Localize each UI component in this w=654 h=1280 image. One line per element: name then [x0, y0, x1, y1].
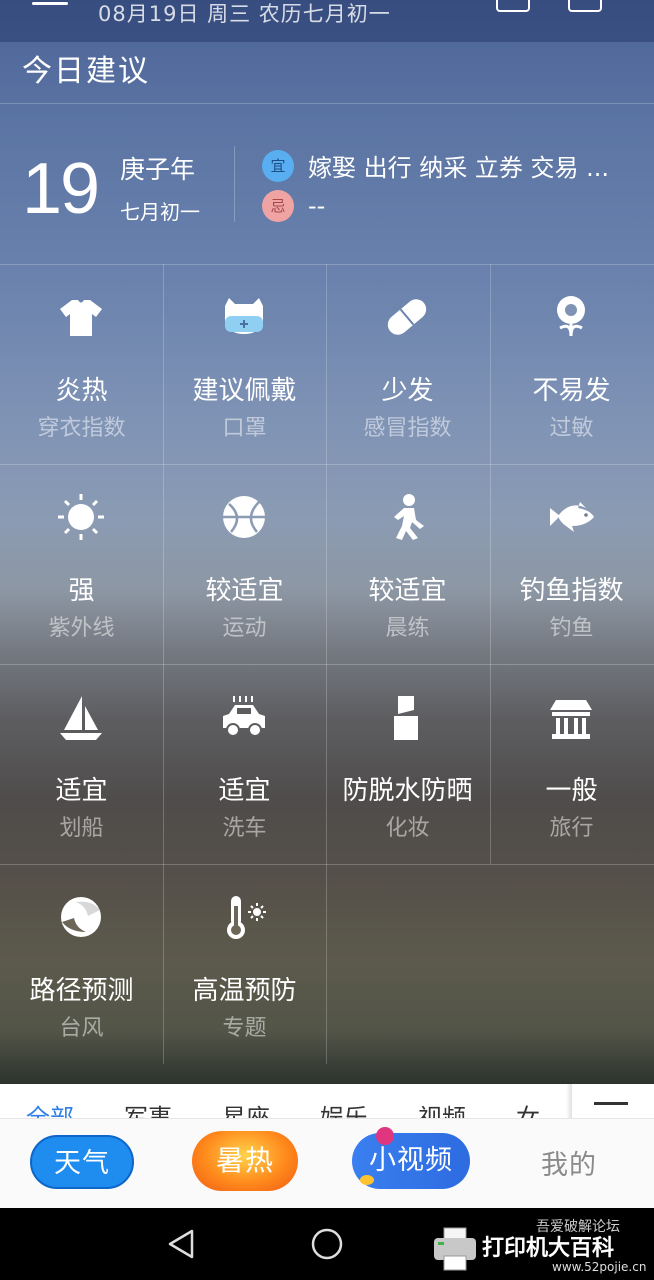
index-label: 专题 [222, 1016, 267, 1041]
index-value: 高温预防 [192, 976, 297, 1006]
add-city-icon[interactable] [568, 0, 602, 12]
menu-icon[interactable] [32, 2, 68, 8]
index-label: 过敏 [549, 416, 594, 441]
more-tabs-icon[interactable] [594, 1102, 628, 1105]
nav-weather-button[interactable]: 天气 [30, 1135, 134, 1189]
cosmetics-icon [394, 696, 418, 740]
index-value: 路径预测 [29, 976, 134, 1006]
news-tab-video[interactable]: 视频 [418, 1098, 466, 1118]
tshirt-icon [60, 300, 102, 336]
index-value: 少发 [381, 376, 434, 406]
index-label: 运动 [222, 616, 267, 641]
index-label: 台风 [59, 1016, 104, 1041]
news-tab-military[interactable]: 军事 [124, 1098, 172, 1118]
thermometer-icon [227, 896, 266, 939]
ball-icon [223, 496, 265, 538]
index-value: 炎热 [55, 376, 108, 406]
index-card-typhoon[interactable]: 路径预测 台风 [0, 864, 163, 1064]
index-label: 洗车 [222, 816, 267, 841]
index-label: 晨练 [385, 616, 430, 641]
mask-icon [225, 298, 263, 334]
section-title: 今日建议 [22, 54, 150, 89]
top-bar: 08月19日 周三 农历七月初一 [0, 0, 654, 42]
index-label: 口罩 [222, 416, 267, 441]
index-card-sport[interactable]: 较适宜 运动 [163, 464, 326, 664]
nav-short-video-button[interactable]: 小视频 [352, 1127, 470, 1189]
index-value: 防脱水防晒 [342, 776, 473, 806]
printer-icon [434, 1227, 476, 1271]
fish-icon [550, 502, 594, 532]
index-card-travel[interactable]: 一般 旅行 [490, 664, 653, 864]
divider [0, 103, 654, 104]
index-label: 化妆 [385, 816, 430, 841]
yi-badge: 宜 [262, 150, 294, 182]
index-label: 紫外线 [48, 616, 115, 641]
ji-badge: 忌 [262, 190, 294, 222]
index-label: 钓鱼 [549, 616, 594, 641]
index-card-allergy[interactable]: 不易发 过敏 [490, 264, 653, 464]
index-value: 建议佩戴 [192, 376, 297, 406]
index-value: 不易发 [532, 376, 611, 406]
pavilion-icon [550, 700, 592, 739]
news-tab-women[interactable]: 女 [516, 1098, 540, 1118]
news-tab-strip[interactable]: 全部 军事 星座 娱乐 视频 女 [0, 1084, 654, 1118]
pill-icon [387, 299, 427, 335]
date-line: 08月19日 周三 农历七月初一 [98, 2, 391, 26]
runner-icon [394, 494, 424, 540]
index-card-uv[interactable]: 强 紫外线 [0, 464, 163, 664]
index-value: 较适宜 [205, 576, 284, 606]
car-wash-icon [223, 696, 265, 737]
yi-text: 嫁娶 出行 纳采 立券 交易 ... [308, 154, 610, 182]
decoration-dot-icon [376, 1127, 394, 1145]
index-card-car-wash[interactable]: 适宜 洗车 [163, 664, 326, 864]
index-value: 适宜 [55, 776, 108, 806]
lunar-month: 七月初一 [120, 200, 200, 224]
index-value: 钓鱼指数 [519, 576, 624, 606]
news-tab-all[interactable]: 全部 [26, 1098, 74, 1118]
index-value: 强 [68, 576, 95, 606]
watermark: 吾爱破解论坛 打印机大百科 www.52pojie.cn [432, 1216, 654, 1280]
home-icon[interactable] [310, 1227, 344, 1261]
sun-icon [58, 494, 104, 540]
news-tab-entertainment[interactable]: 娱乐 [320, 1098, 368, 1118]
index-card-makeup[interactable]: 防脱水防晒 化妆 [326, 664, 489, 864]
news-tab-horoscope[interactable]: 星座 [222, 1098, 270, 1118]
index-value: 较适宜 [368, 576, 447, 606]
lunar-year: 庚子年 [120, 155, 196, 184]
divider [234, 146, 235, 222]
index-value: 一般 [545, 776, 598, 806]
watermark-title: 打印机大百科 [482, 1236, 615, 1261]
watermark-url: www.52pojie.cn [552, 1260, 647, 1274]
index-card-clothing[interactable]: 炎热 穿衣指数 [0, 264, 163, 464]
index-label: 划船 [59, 816, 104, 841]
divider [566, 1084, 572, 1118]
index-card-cold[interactable]: 少发 感冒指数 [326, 264, 489, 464]
typhoon-icon [61, 897, 101, 937]
index-label: 旅行 [549, 816, 594, 841]
sailboat-icon [60, 696, 102, 740]
bottom-navigation: 天气 暑热 小视频 我的 [0, 1118, 654, 1208]
nav-mine-button[interactable]: 我的 [541, 1143, 597, 1182]
index-card-mask[interactable]: 建议佩戴 口罩 [163, 264, 326, 464]
flower-icon [557, 296, 585, 337]
decoration-dot-icon [360, 1175, 374, 1185]
index-label: 感冒指数 [363, 416, 452, 441]
index-card-boating[interactable]: 适宜 划船 [0, 664, 163, 864]
day-number: 19 [22, 149, 100, 229]
nav-heat-button[interactable]: 暑热 [192, 1131, 298, 1191]
ji-text: -- [308, 192, 326, 220]
index-value: 适宜 [218, 776, 271, 806]
share-icon[interactable] [496, 0, 530, 12]
index-card-heat[interactable]: 高温预防 专题 [163, 864, 326, 1064]
index-card-fishing[interactable]: 钓鱼指数 钓鱼 [490, 464, 653, 664]
index-label: 穿衣指数 [37, 416, 126, 441]
index-card-morning-exercise[interactable]: 较适宜 晨练 [326, 464, 489, 664]
nav-video-label: 小视频 [369, 1145, 453, 1176]
back-icon[interactable] [166, 1228, 196, 1260]
